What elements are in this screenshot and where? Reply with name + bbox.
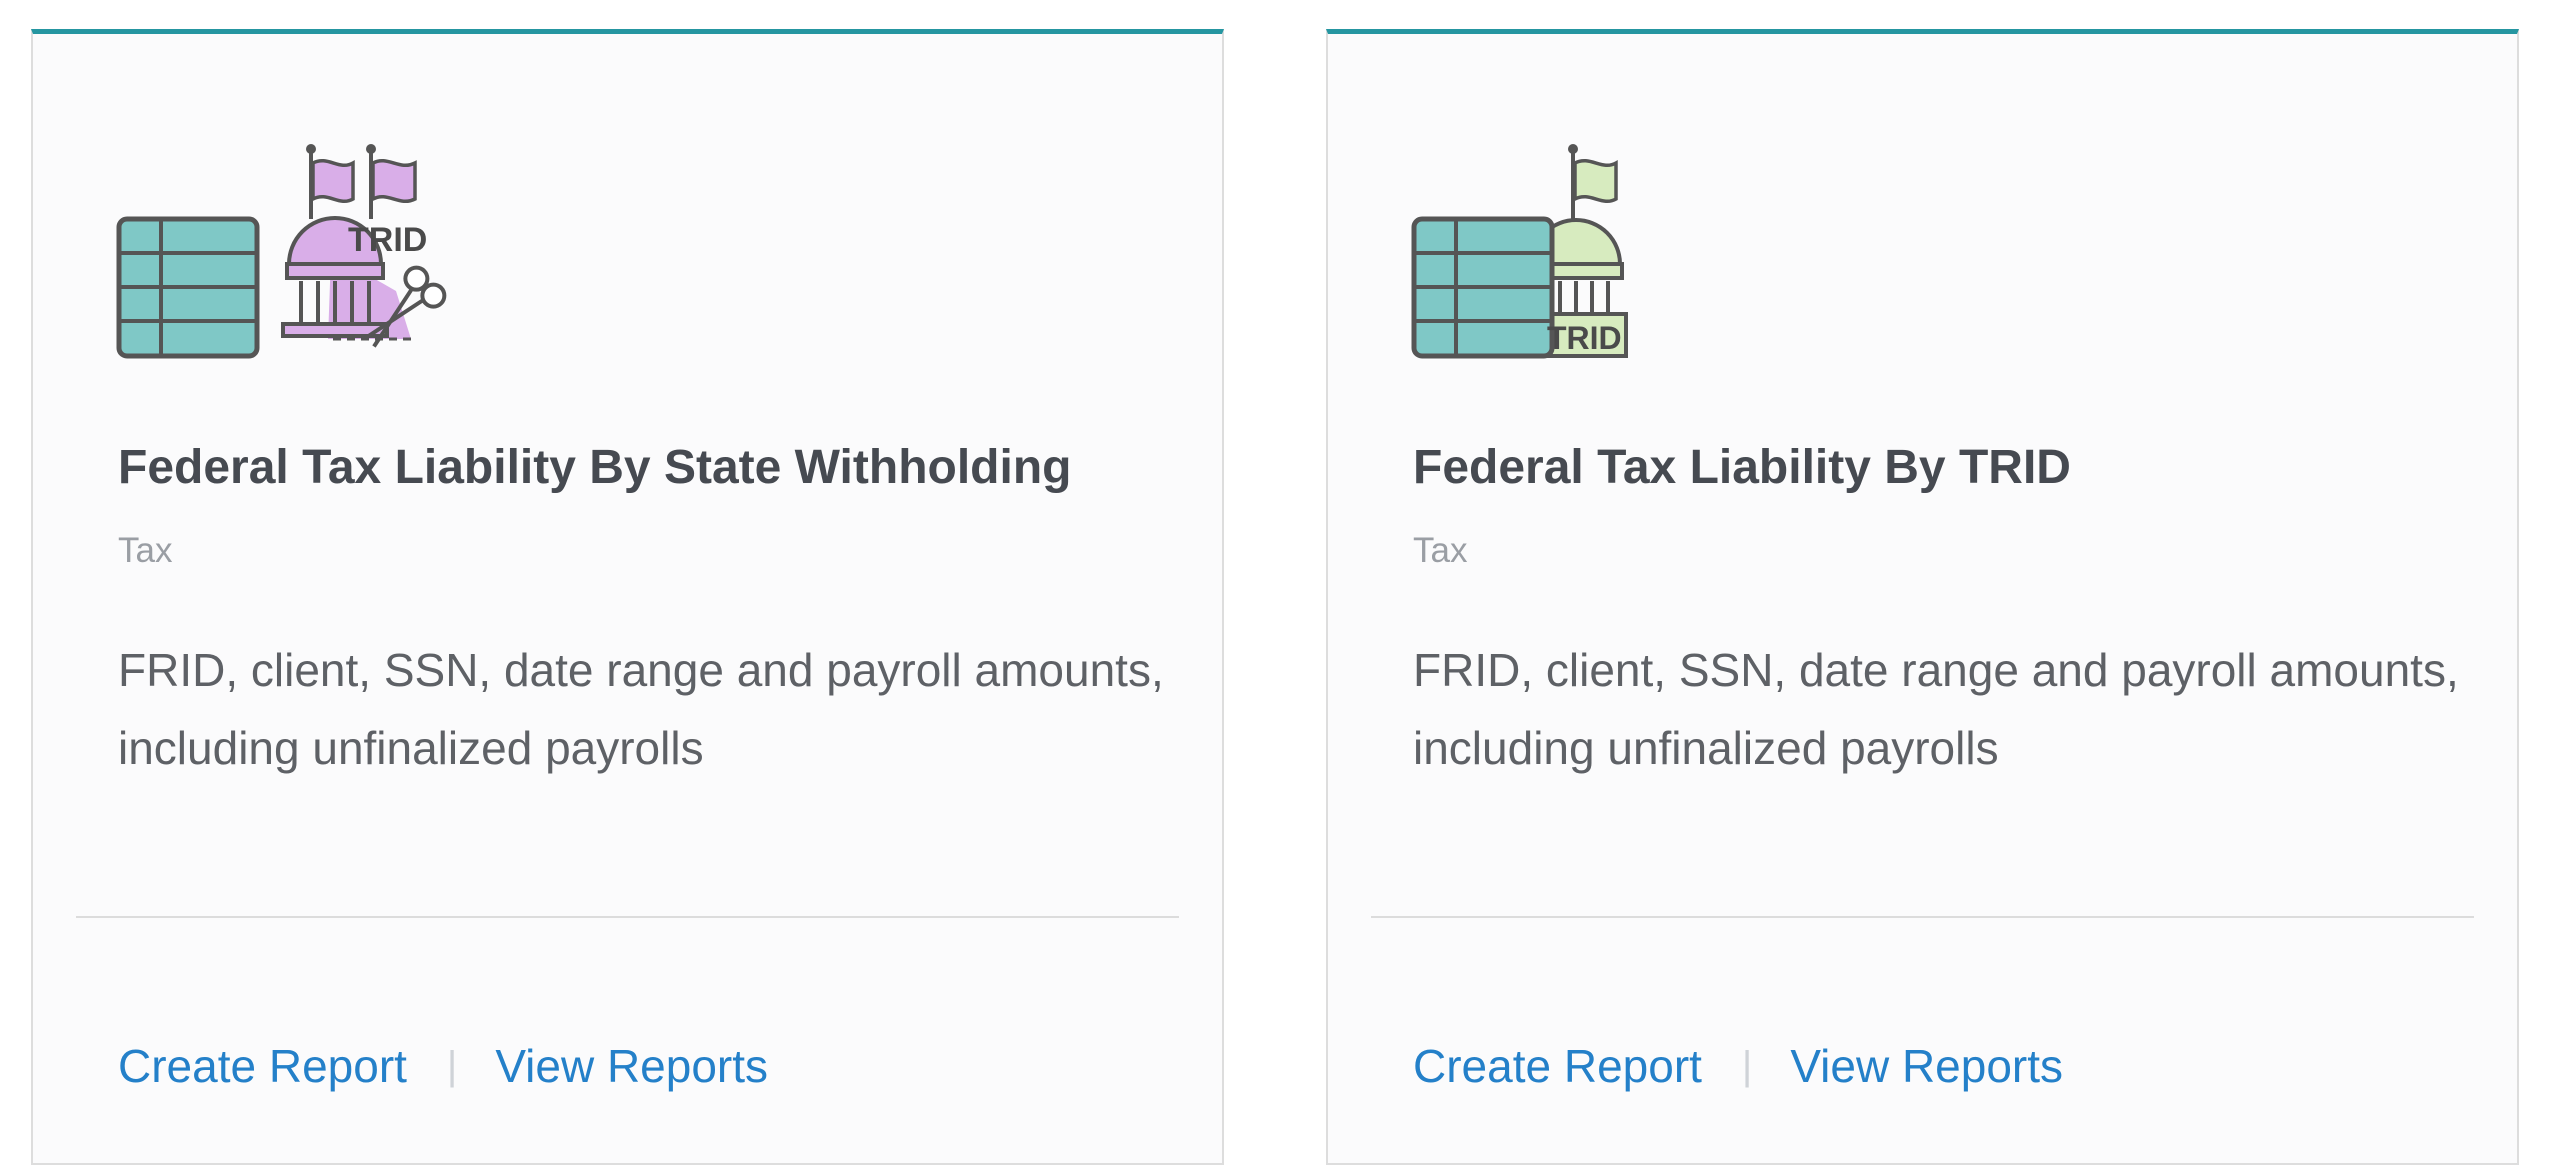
create-report-link[interactable]: Create Report — [118, 1039, 407, 1093]
create-report-link[interactable]: Create Report — [1413, 1039, 1702, 1093]
report-category: Tax — [1413, 531, 1468, 570]
trid-label: TRID — [348, 221, 427, 259]
card-actions: Create Report | View Reports — [1413, 1039, 2063, 1093]
card-divider — [1371, 916, 2474, 918]
action-separator: | — [1741, 1043, 1753, 1088]
report-category: Tax — [118, 531, 173, 570]
action-separator: | — [446, 1043, 458, 1088]
report-title: Federal Tax Liability By TRID — [1413, 441, 2071, 494]
spreadsheet-capitol-two-flags-scissors-icon: TRID — [113, 119, 453, 359]
trid-label: TRID — [1547, 320, 1622, 356]
view-reports-link[interactable]: View Reports — [495, 1039, 768, 1093]
report-card: TRID Federal Tax Liability By State With… — [31, 29, 1224, 1165]
report-card-grid: TRID Federal Tax Liability By State With… — [0, 0, 2560, 1167]
view-reports-link[interactable]: View Reports — [1790, 1039, 2063, 1093]
card-divider — [76, 916, 1179, 918]
card-actions: Create Report | View Reports — [118, 1039, 768, 1093]
report-description: FRID, client, SSN, date range and payrol… — [1413, 644, 2459, 774]
spreadsheet-capitol-flag-icon: TRID — [1408, 119, 1748, 359]
report-description: FRID, client, SSN, date range and payrol… — [118, 644, 1164, 774]
report-card: TRID Federal Tax Liability By TRID Tax F… — [1326, 29, 2519, 1165]
report-title: Federal Tax Liability By State Withholdi… — [118, 441, 1072, 494]
